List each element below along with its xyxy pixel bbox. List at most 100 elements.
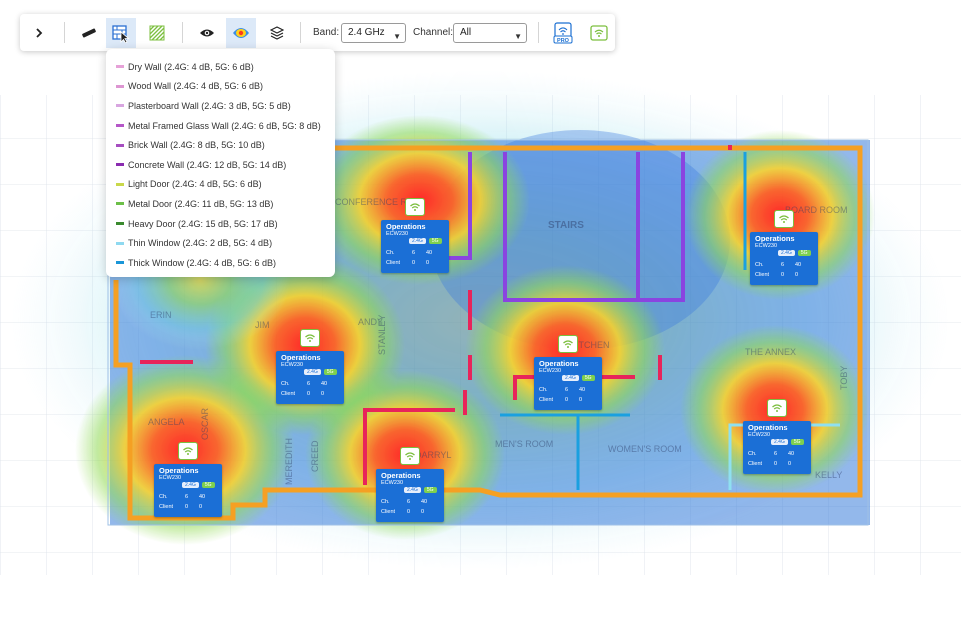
band-5-badge: 5G <box>423 487 437 493</box>
client-24-value: 0 <box>781 272 785 278</box>
wall-color-swatch <box>116 222 124 226</box>
band-5-badge: 5G <box>428 238 442 244</box>
wall-type-item[interactable]: Metal Framed Glass Wall (2.4G: 6 dB, 5G:… <box>106 116 335 136</box>
room-meredith: MEREDITH <box>284 438 294 485</box>
wall-type-item[interactable]: Light Door (2.4G: 4 dB, 5G: 6 dB) <box>106 175 335 195</box>
ch-label: Ch. <box>748 451 757 457</box>
ch-24-value: 6 <box>407 499 411 505</box>
wall-type-label: Dry Wall (2.4G: 4 dB, 5G: 6 dB) <box>128 61 254 72</box>
access-point-icon[interactable] <box>774 210 794 228</box>
ap-bands: 2.4G 5G <box>771 439 804 445</box>
wifi-button[interactable] <box>584 18 614 48</box>
access-point-icon[interactable] <box>405 198 425 216</box>
access-point-card[interactable]: Operations ECW230 2.4G 5G Ch. 6 40 Client 0 0 <box>750 232 818 285</box>
wall-color-swatch <box>116 261 124 265</box>
band-24-badge: 2.4G <box>771 439 788 445</box>
room-mens: MEN'S ROOM <box>495 439 553 449</box>
room-board: BOARD ROOM <box>785 205 848 215</box>
wall-type-item[interactable]: Brick Wall (2.4G: 8 dB, 5G: 10 dB) <box>106 135 335 155</box>
client-24-value: 0 <box>774 461 778 467</box>
ap-name: Operations <box>539 359 579 368</box>
ch-5-value: 40 <box>579 387 586 393</box>
wall-tool-button[interactable] <box>106 18 136 48</box>
wall-type-label: Concrete Wall (2.4G: 12 dB, 5G: 14 dB) <box>128 159 287 170</box>
wall-color-swatch <box>116 202 124 206</box>
room-darryl: DARRYL <box>415 450 451 460</box>
wifi-icon <box>563 340 573 348</box>
access-point-card[interactable]: Operations ECW230 2.4G 5G Ch. 6 40 Client 0 0 <box>376 469 444 522</box>
heatmap-button[interactable] <box>226 18 256 48</box>
band-select[interactable]: 2.4 GHz ▼ <box>341 23 406 43</box>
visibility-button[interactable] <box>192 18 222 48</box>
ap-bands: 2.4G 5G <box>409 238 442 244</box>
hatch-area-icon <box>149 25 165 41</box>
access-point-icon[interactable] <box>558 335 578 353</box>
heatmap-icon <box>233 28 249 38</box>
wall-type-item[interactable]: Wood Wall (2.4G: 4 dB, 5G: 6 dB) <box>106 77 335 97</box>
wifi-icon <box>410 203 420 211</box>
ap-model: ECW230 <box>381 480 404 486</box>
wall-type-label: Brick Wall (2.4G: 8 dB, 5G: 10 dB) <box>128 140 265 151</box>
band-24-badge: 2.4G <box>182 482 199 488</box>
wall-type-label: Metal Framed Glass Wall (2.4G: 6 dB, 5G:… <box>128 120 321 131</box>
access-point-icon[interactable] <box>300 329 320 347</box>
client-label: Client <box>539 397 554 403</box>
chevron-right-icon <box>36 28 43 38</box>
band-label: Band: <box>313 27 340 38</box>
wall-type-item[interactable]: Dry Wall (2.4G: 4 dB, 5G: 6 dB) <box>106 57 335 77</box>
access-point-card[interactable]: Operations ECW230 2.4G 5G Ch. 6 40 Client 0 0 <box>743 421 811 474</box>
toolbar-divider <box>538 22 539 43</box>
room-stairs: STAIRS <box>548 220 584 231</box>
expand-button[interactable] <box>24 18 54 48</box>
ap-bands: 2.4G 5G <box>562 375 595 381</box>
map-toolbar: Band: 2.4 GHz ▼ Channel: All ▼ PRO <box>20 14 615 51</box>
wall-type-item[interactable]: Concrete Wall (2.4G: 12 dB, 5G: 14 dB) <box>106 155 335 175</box>
layers-button[interactable] <box>262 18 292 48</box>
wall-type-item[interactable]: Thick Window (2.4G: 4 dB, 5G: 6 dB) <box>106 253 335 273</box>
access-point-card[interactable]: Operations ECW230 2.4G 5G Ch. 6 40 Client 0 0 <box>276 351 344 404</box>
access-point-icon[interactable] <box>400 447 420 465</box>
ch-24-value: 6 <box>185 494 189 500</box>
ch-label: Ch. <box>281 381 290 387</box>
band-5-badge: 5G <box>790 439 804 445</box>
band-24-badge: 2.4G <box>778 250 795 256</box>
channel-select[interactable]: All ▼ <box>453 23 527 43</box>
ch-5-value: 40 <box>199 494 206 500</box>
wall-type-item[interactable]: Metal Door (2.4G: 11 dB, 5G: 13 dB) <box>106 194 335 214</box>
pro-ap-button[interactable]: PRO <box>548 18 578 48</box>
ap-bands: 2.4G 5G <box>304 369 337 375</box>
ap-model: ECW230 <box>755 243 778 249</box>
room-toby: TOBY <box>839 366 849 390</box>
access-point-icon[interactable] <box>767 399 787 417</box>
area-tool-button[interactable] <box>142 18 172 48</box>
wifi-icon <box>772 404 782 412</box>
client-5-value: 0 <box>795 272 799 278</box>
ap-model: ECW230 <box>159 475 182 481</box>
band-24-badge: 2.4G <box>404 487 421 493</box>
ch-label: Ch. <box>755 262 764 268</box>
wall-type-label: Heavy Door (2.4G: 15 dB, 5G: 17 dB) <box>128 218 278 229</box>
client-24-value: 0 <box>185 504 189 510</box>
wall-type-item[interactable]: Plasterboard Wall (2.4G: 3 dB, 5G: 5 dB) <box>106 96 335 116</box>
wifi-icon <box>183 447 193 455</box>
band-5-badge: 5G <box>323 369 337 375</box>
wall-type-item[interactable]: Heavy Door (2.4G: 15 dB, 5G: 17 dB) <box>106 214 335 234</box>
ch-5-value: 40 <box>788 451 795 457</box>
room-conference: CONFERENCE RM <box>335 197 415 207</box>
wall-type-menu: Dry Wall (2.4G: 4 dB, 5G: 6 dB) Wood Wall… <box>106 49 335 277</box>
access-point-icon[interactable] <box>178 442 198 460</box>
access-point-card[interactable]: Operations ECW230 2.4G 5G Ch. 6 40 Client 0 0 <box>534 357 602 410</box>
wifi-icon <box>405 452 415 460</box>
wall-type-item[interactable]: Thin Window (2.4G: 2 dB, 5G: 4 dB) <box>106 233 335 253</box>
access-point-card[interactable]: Operations ECW230 2.4G 5G Ch. 6 40 Client 0 0 <box>154 464 222 517</box>
band-5-badge: 5G <box>201 482 215 488</box>
client-label: Client <box>381 509 396 515</box>
ch-5-value: 40 <box>426 250 433 256</box>
access-point-card[interactable]: Operations ECW230 2.4G 5G Ch. 6 40 Client 0 0 <box>381 220 449 273</box>
wall-type-label: Wood Wall (2.4G: 4 dB, 5G: 6 dB) <box>128 81 264 92</box>
client-5-value: 0 <box>579 397 583 403</box>
measure-tool-button[interactable] <box>74 18 104 48</box>
ch-label: Ch. <box>539 387 548 393</box>
layers-icon <box>270 26 284 40</box>
band-5-badge: 5G <box>797 250 811 256</box>
